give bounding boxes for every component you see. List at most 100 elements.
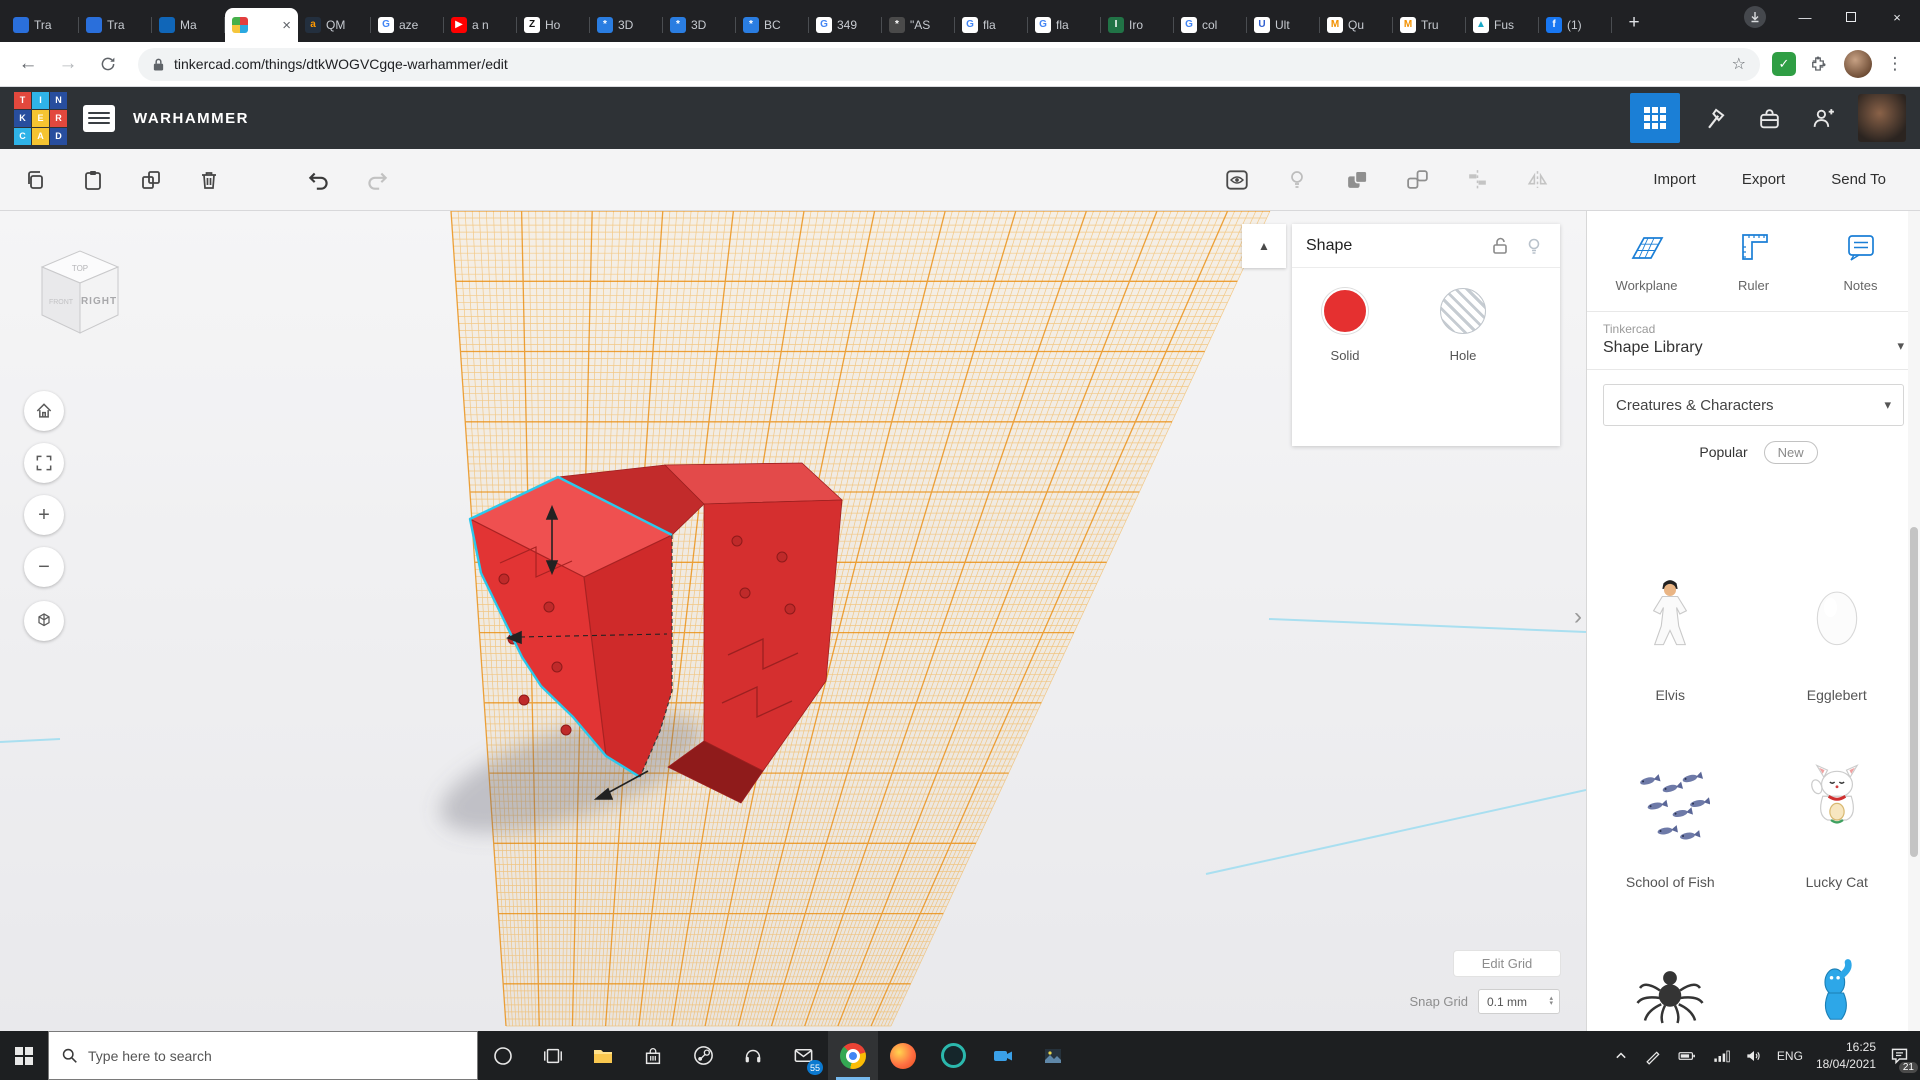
tinker-axe-button[interactable] (1696, 99, 1734, 137)
mail-button[interactable]: 55 (778, 1031, 828, 1080)
import-button[interactable]: Import (1653, 171, 1696, 188)
browser-tab[interactable]: Tra × (6, 8, 79, 42)
design-menu-icon[interactable] (83, 105, 115, 132)
browser-tab[interactable]: ▲ Fus × (1466, 8, 1539, 42)
firefox-button[interactable] (878, 1031, 928, 1080)
browser-tab[interactable]: Ma × (152, 8, 225, 42)
teal-app-button[interactable] (928, 1031, 978, 1080)
tab-close-icon[interactable]: × (282, 18, 291, 33)
headset-app-button[interactable] (728, 1031, 778, 1080)
zoom-in-button[interactable]: + (24, 495, 64, 535)
edit-grid-button[interactable]: Edit Grid (1454, 951, 1560, 976)
browser-tab[interactable]: * 3D × (663, 8, 736, 42)
hole-swatch[interactable] (1440, 288, 1486, 334)
browser-tab[interactable]: * "AS × (882, 8, 955, 42)
close-window-button[interactable]: × (1874, 0, 1920, 34)
steam-button[interactable] (678, 1031, 728, 1080)
hidden-icons-chevron[interactable] (1611, 1046, 1631, 1066)
task-view-button[interactable] (528, 1031, 578, 1080)
start-button[interactable] (0, 1031, 48, 1080)
sidebar-collapse-handle[interactable]: › (1574, 603, 1582, 631)
show-all-button[interactable] (1220, 163, 1254, 197)
filter-popular[interactable]: Popular (1689, 440, 1757, 464)
browser-tab[interactable]: * BC × (736, 8, 809, 42)
browser-tab[interactable]: f (1) × (1539, 8, 1612, 42)
taskbar-search-input[interactable] (88, 1048, 465, 1064)
action-center-button[interactable]: 21 (1889, 1045, 1910, 1066)
browser-tab[interactable]: ▶ a n × (444, 8, 517, 42)
stepper-icons[interactable]: ▴▾ (1549, 997, 1553, 1006)
light-button[interactable] (1280, 163, 1314, 197)
taskbar-search[interactable] (48, 1031, 478, 1080)
language-indicator[interactable]: ENG (1777, 1049, 1803, 1063)
browser-tab[interactable]: G col × (1174, 8, 1247, 42)
fit-view-button[interactable] (24, 443, 64, 483)
pen-tray-icon[interactable] (1644, 1046, 1663, 1065)
scrollbar-thumb[interactable] (1910, 527, 1918, 857)
hide-toggle-button[interactable] (1522, 234, 1546, 258)
library-switcher[interactable]: Tinkercad Shape Library ▾ (1587, 311, 1920, 370)
viewcube-right-label[interactable]: RIGHT (81, 296, 117, 307)
shape-tile-elvis[interactable]: Elvis (1587, 544, 1754, 703)
chrome-button[interactable] (828, 1031, 878, 1080)
battery-icon[interactable] (1676, 1046, 1698, 1066)
viewcube-front-label[interactable]: FRONT (49, 299, 74, 306)
minimize-button[interactable]: — (1782, 0, 1828, 34)
export-button[interactable]: Export (1742, 171, 1785, 188)
extensions-puzzle-icon[interactable] (1800, 46, 1836, 82)
paste-button[interactable] (76, 163, 110, 197)
copy-button[interactable] (18, 163, 52, 197)
cortana-button[interactable] (478, 1031, 528, 1080)
browser-tab[interactable]: I Iro × (1101, 8, 1174, 42)
new-tab-button[interactable]: + (1620, 9, 1648, 37)
browser-tab[interactable]: Tra × (79, 8, 152, 42)
blocks-view-button[interactable] (1630, 93, 1680, 143)
browser-tab[interactable]: * 3D × (590, 8, 663, 42)
home-view-button[interactable] (24, 391, 64, 431)
shape-tile-partial-blue[interactable] (1754, 918, 1920, 1031)
ungroup-button[interactable] (1400, 163, 1434, 197)
browser-menu-icon[interactable]: ⋮ (1880, 54, 1910, 74)
browser-tab[interactable]: a QM × (298, 8, 371, 42)
viewport-3d[interactable]: TOP FRONT RIGHT + − ▲ Shape (0, 211, 1586, 1031)
back-button[interactable]: ← (10, 46, 46, 82)
browser-tab[interactable]: G fla × (1028, 8, 1101, 42)
browser-tab[interactable]: G fla × (955, 8, 1028, 42)
maximize-button[interactable] (1828, 0, 1874, 34)
refresh-button[interactable] (90, 46, 126, 82)
volume-icon[interactable] (1744, 1046, 1764, 1066)
mirror-button[interactable] (1520, 163, 1554, 197)
profile-avatar[interactable] (1844, 50, 1872, 78)
backpack-button[interactable] (1750, 99, 1788, 137)
design-title[interactable]: WARHAMMER (133, 110, 249, 127)
bookmark-star-icon[interactable]: ☆ (1732, 54, 1746, 74)
notes-tool[interactable]: Notes (1807, 227, 1914, 293)
redo-button[interactable] (360, 163, 394, 197)
inspector-collapse-button[interactable]: ▲ (1242, 224, 1286, 268)
browser-tab[interactable]: M Qu × (1320, 8, 1393, 42)
zoom-out-button[interactable]: − (24, 547, 64, 587)
video-app-button[interactable] (978, 1031, 1028, 1080)
align-button[interactable] (1460, 163, 1494, 197)
photos-app-button[interactable] (1028, 1031, 1078, 1080)
user-avatar[interactable] (1858, 94, 1906, 142)
solid-swatch[interactable] (1322, 288, 1368, 334)
filter-new[interactable]: New (1764, 441, 1818, 464)
extension-check-icon[interactable]: ✓ (1772, 52, 1796, 76)
undo-button[interactable] (302, 163, 336, 197)
category-select[interactable]: Creatures & Characters ▾ (1603, 384, 1904, 426)
send-to-button[interactable]: Send To (1831, 171, 1886, 188)
perspective-toggle-button[interactable] (24, 601, 64, 641)
tinkercad-logo[interactable]: TINKERCAD (14, 92, 67, 145)
solid-option[interactable]: Solid (1318, 288, 1372, 363)
shape-tile-partial-spider[interactable] (1587, 918, 1754, 1031)
address-bar[interactable]: tinkercad.com/things/dtkWOGVCgqe-warhamm… (138, 48, 1760, 81)
taskbar-clock[interactable]: 16:25 18/04/2021 (1816, 1039, 1876, 1071)
shape-tile-lucky-cat[interactable]: Lucky Cat (1754, 731, 1920, 890)
view-cube[interactable]: TOP FRONT RIGHT (28, 241, 132, 345)
browser-download-icon[interactable] (1744, 6, 1766, 28)
browser-tab[interactable]: Z Ho × (517, 8, 590, 42)
ruler-tool[interactable]: Ruler (1700, 227, 1807, 293)
hole-option[interactable]: Hole (1436, 288, 1490, 363)
delete-button[interactable] (192, 163, 226, 197)
